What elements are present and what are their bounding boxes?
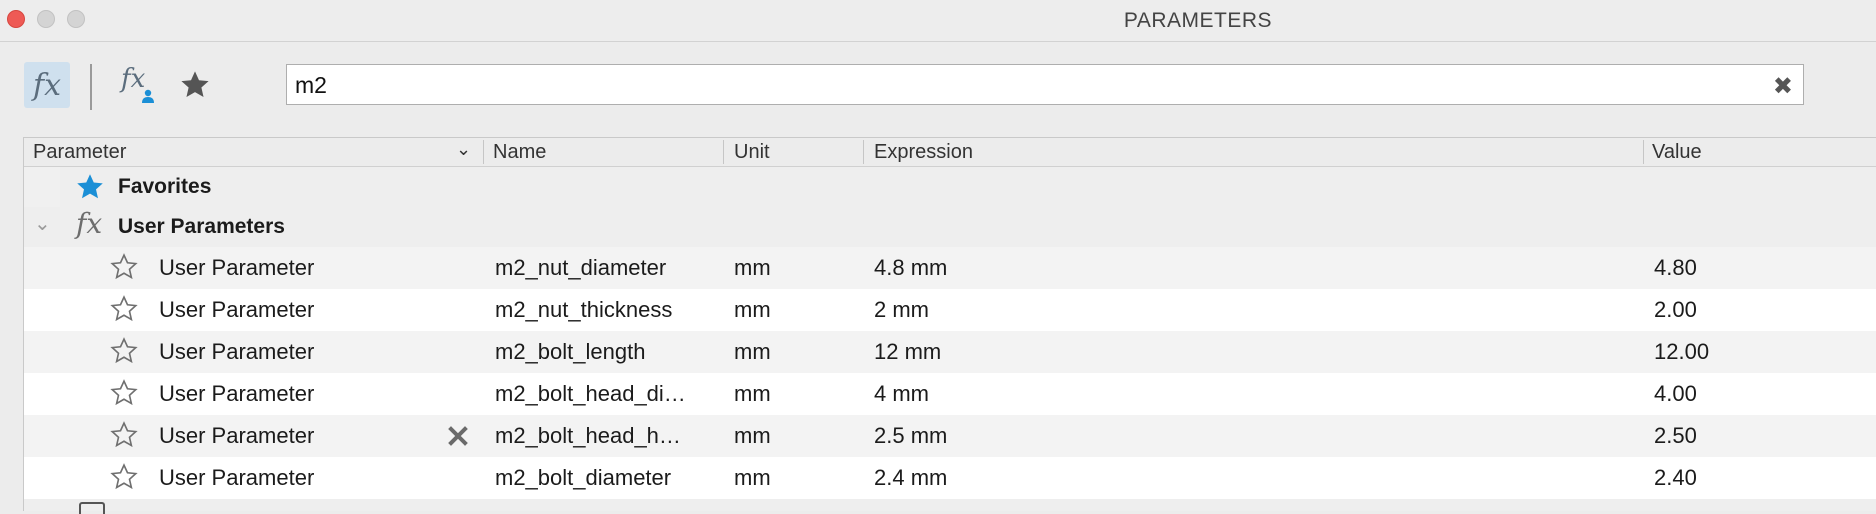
- cell-expression[interactable]: 2.5 mm: [874, 423, 947, 449]
- fx-icon: fx: [32, 67, 62, 103]
- cell-value: 12.00: [1654, 339, 1710, 364]
- star-outline-icon[interactable]: [109, 378, 139, 408]
- clear-search-icon[interactable]: ✖: [1773, 72, 1793, 101]
- cell-unit[interactable]: mm: [734, 297, 771, 323]
- cell-unit[interactable]: mm: [734, 255, 771, 281]
- cell-parameter: User Parameter: [159, 339, 315, 364]
- star-outline-icon[interactable]: [109, 462, 139, 492]
- cell-name[interactable]: m2_bolt_diameter: [495, 465, 671, 491]
- group-label-user-parameters: User Parameters: [118, 215, 285, 238]
- group-row-partial: [24, 499, 1876, 514]
- group-label-favorites: Favorites: [118, 175, 212, 198]
- column-header-unit[interactable]: Unit: [734, 141, 770, 164]
- cell-name[interactable]: m2_bolt_length: [495, 339, 645, 365]
- fx-user-icon: fx: [117, 64, 157, 105]
- cell-unit[interactable]: mm: [734, 423, 771, 449]
- cell-parameter: User Parameter: [159, 423, 315, 448]
- parameters-table: Parameter ⌄ Name Unit Expression Value F…: [23, 137, 1876, 514]
- star-filled-icon: [181, 71, 209, 97]
- column-divider[interactable]: [483, 140, 484, 164]
- cell-parameter: User Parameter: [159, 381, 315, 406]
- column-divider[interactable]: [1643, 140, 1644, 164]
- star-blue-icon: [77, 174, 103, 199]
- column-divider[interactable]: [863, 140, 864, 164]
- cell-value: 2.50: [1654, 423, 1697, 448]
- cell-value: 2.00: [1654, 297, 1697, 322]
- search-input-value[interactable]: m2: [295, 72, 327, 99]
- group-row-user-parameters[interactable]: ⌄ fx User Parameters: [24, 207, 1876, 247]
- table-row[interactable]: User Parameter m2_bolt_head_h… mm 2.5 mm…: [24, 415, 1876, 457]
- favorites-filter-button[interactable]: [172, 62, 218, 108]
- user-parameters-filter-button[interactable]: fx: [114, 62, 160, 108]
- toolbar-separator: [90, 64, 92, 110]
- cell-expression[interactable]: 2.4 mm: [874, 465, 947, 491]
- table-header: Parameter ⌄ Name Unit Expression Value: [24, 138, 1876, 167]
- cell-parameter: User Parameter: [159, 465, 315, 490]
- cell-name[interactable]: m2_bolt_head_di…: [495, 381, 686, 407]
- row-gutter: [24, 167, 60, 207]
- star-outline-icon[interactable]: [109, 420, 139, 450]
- cell-expression[interactable]: 2 mm: [874, 297, 929, 323]
- cell-unit[interactable]: mm: [734, 465, 771, 491]
- cell-name[interactable]: m2_nut_thickness: [495, 297, 672, 323]
- toolbar: fx fx m2 ✖: [0, 42, 1876, 130]
- cell-parameter: User Parameter: [159, 255, 315, 280]
- delete-icon[interactable]: [448, 426, 468, 446]
- cell-parameter: User Parameter: [159, 297, 315, 322]
- star-outline-icon[interactable]: [109, 252, 139, 282]
- cell-expression[interactable]: 12 mm: [874, 339, 941, 365]
- table-row[interactable]: User Parameter m2_bolt_diameter mm 2.4 m…: [24, 457, 1876, 499]
- cell-expression[interactable]: 4 mm: [874, 381, 929, 407]
- star-outline-icon[interactable]: [109, 294, 139, 324]
- column-header-parameter[interactable]: Parameter: [33, 141, 126, 164]
- cell-unit[interactable]: mm: [734, 339, 771, 365]
- search-input[interactable]: m2 ✖: [286, 64, 1804, 105]
- fx-icon: fx: [76, 207, 103, 240]
- column-header-expression[interactable]: Expression: [874, 141, 973, 164]
- title-bar: PARAMETERS: [0, 0, 1876, 42]
- cell-value: 2.40: [1654, 465, 1697, 490]
- star-outline-icon[interactable]: [109, 336, 139, 366]
- window-title: PARAMETERS: [1123, 9, 1273, 32]
- cell-value: 4.00: [1654, 381, 1697, 406]
- table-row[interactable]: User Parameter m2_bolt_head_di… mm 4 mm …: [24, 373, 1876, 415]
- cell-name[interactable]: m2_bolt_head_h…: [495, 423, 681, 449]
- group-row-favorites[interactable]: Favorites: [24, 167, 1876, 207]
- table-row[interactable]: User Parameter m2_nut_diameter mm 4.8 mm…: [24, 247, 1876, 289]
- cell-value: 4.80: [1654, 255, 1697, 280]
- cell-name[interactable]: m2_nut_diameter: [495, 255, 666, 281]
- cell-expression[interactable]: 4.8 mm: [874, 255, 947, 281]
- chevron-down-icon[interactable]: ⌄: [456, 139, 471, 160]
- column-header-value[interactable]: Value: [1652, 141, 1702, 164]
- table-row[interactable]: User Parameter m2_nut_thickness mm 2 mm …: [24, 289, 1876, 331]
- all-parameters-button[interactable]: fx: [24, 62, 70, 108]
- cell-unit[interactable]: mm: [734, 381, 771, 407]
- checkbox-icon[interactable]: [79, 502, 105, 514]
- column-header-name[interactable]: Name: [493, 141, 546, 164]
- table-row[interactable]: User Parameter m2_bolt_length mm 12 mm 1…: [24, 331, 1876, 373]
- chevron-down-icon[interactable]: ⌄: [34, 211, 51, 236]
- column-divider[interactable]: [723, 140, 724, 164]
